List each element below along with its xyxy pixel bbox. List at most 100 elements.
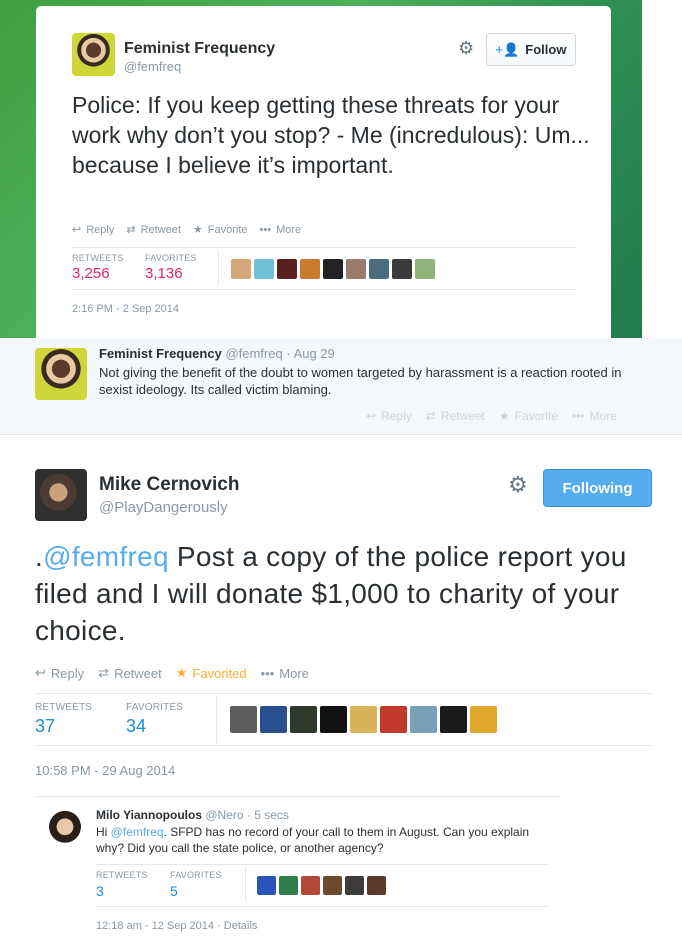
favorite-label: Favorite [514,409,558,423]
favoriter-avatars [231,259,435,279]
favoriter-avatar[interactable] [231,259,251,279]
favoriter-avatar[interactable] [301,876,320,895]
favoriter-avatar[interactable] [415,259,435,279]
tweet-1-background: Feminist Frequency @femfreq ⚙ +👤 Follow … [0,0,682,338]
retweet-label: Retweet [114,665,162,681]
star-icon: ★ [192,224,203,236]
author-handle[interactable]: @femfreq [124,59,181,74]
favoriter-avatar[interactable] [279,876,298,895]
tweet-time[interactable]: · 5 secs [247,808,289,822]
ellipsis-icon: ••• [260,665,275,681]
reply-label: Reply [86,223,115,236]
author-name[interactable]: Feminist Frequency [124,40,275,58]
star-icon: ★ [498,409,510,423]
reply-icon: ↩ [35,665,46,680]
more-action[interactable]: ••• More [572,409,617,423]
retweets-count[interactable]: 3 [96,883,104,899]
tweet-2-row[interactable]: Feminist Frequency @femfreq · Aug 29 Not… [0,338,682,435]
gear-icon[interactable]: ⚙ [508,472,528,498]
avatar[interactable] [44,810,86,852]
favoriter-avatar[interactable] [380,706,407,733]
tweet-date[interactable]: 10:58 PM - 29 Aug 2014 [35,763,175,778]
favoriter-avatar[interactable] [470,706,497,733]
favorite-action[interactable]: ★ Favorite [499,409,558,423]
tweet-3-card: Mike Cernovich @PlayDangerously ⚙ Follow… [0,436,682,944]
favoriter-avatar[interactable] [440,706,467,733]
reply-action[interactable]: ↩ Reply [366,409,412,423]
reply-action[interactable]: ↩ Reply [72,223,115,237]
stats-separator [245,866,246,902]
divider [35,693,653,694]
more-action[interactable]: ••• More [260,224,302,236]
favoriter-avatar[interactable] [350,706,377,733]
favorites-label: FAVORITES [170,870,222,880]
retweet-action[interactable]: ⇄ Retweet [98,665,162,681]
tweet-actions: ↩ Reply ⇄ Retweet ★ Favorite ••• More [72,223,302,237]
retweets-label: RETWEETS [96,870,148,880]
favorited-action[interactable]: ★ Favorited [176,665,247,681]
author-handle[interactable]: @PlayDangerously [99,499,228,516]
retweets-count[interactable]: 3,256 [72,265,110,282]
tweet-header: Feminist Frequency @femfreq · Aug 29 [99,346,335,361]
favoriter-avatar[interactable] [320,706,347,733]
favoriter-avatar[interactable] [323,876,342,895]
avatar[interactable] [35,469,87,521]
favoriter-avatar[interactable] [392,259,412,279]
favoriter-avatar[interactable] [290,706,317,733]
favorites-count[interactable]: 34 [126,716,146,737]
reply-header: Milo Yiannopoulos @Nero · 5 secs [96,808,289,822]
retweets-label: RETWEETS [35,702,93,713]
avatar[interactable] [35,348,87,400]
reply-text-prefix: Hi [96,825,111,839]
author-name[interactable]: Feminist Frequency [99,346,222,361]
star-icon: ★ [175,665,188,680]
favorites-count[interactable]: 3,136 [145,265,183,282]
favoriter-avatar[interactable] [345,876,364,895]
favoriter-avatar[interactable] [367,876,386,895]
retweet-icon: ⇄ [126,224,136,236]
divider [72,247,575,248]
author-handle[interactable]: @Nero [205,808,243,822]
tweet-actions: ↩ Reply ⇄ Retweet ★ Favorited ••• More [35,665,309,681]
reply-icon: ↩ [366,409,377,423]
favorites-label: FAVORITES [145,253,197,263]
retweets-count[interactable]: 37 [35,716,55,737]
favoriter-avatar[interactable] [277,259,297,279]
favoriter-avatar[interactable] [369,259,389,279]
retweet-label: Retweet [440,409,485,423]
favoriter-avatar[interactable] [230,706,257,733]
favoriter-avatars [230,706,497,733]
author-name[interactable]: Milo Yiannopoulos [96,808,202,822]
avatar[interactable] [72,33,115,76]
mention-link[interactable]: @femfreq [111,825,164,839]
gear-icon[interactable]: ⚙ [458,38,474,59]
mention-link[interactable]: @femfreq [43,541,169,572]
favoriter-avatar[interactable] [260,706,287,733]
favoriter-avatar[interactable] [300,259,320,279]
reply-date[interactable]: 12:18 am - 12 Sep 2014 · Details [96,920,257,932]
reply-action[interactable]: ↩ Reply [35,665,84,681]
tweet-text: .@femfreq Post a copy of the police repo… [35,538,655,649]
favoriter-avatar[interactable] [323,259,343,279]
retweet-action[interactable]: ⇄ Retweet [126,223,181,237]
favoriter-avatar[interactable] [254,259,274,279]
divider [96,864,549,865]
favoriter-avatar[interactable] [410,706,437,733]
more-action[interactable]: ••• More [261,666,309,681]
favoriter-avatar[interactable] [346,259,366,279]
tweet-date[interactable]: 2:16 PM - 2 Sep 2014 [72,303,179,315]
favorites-count[interactable]: 5 [170,883,178,899]
tweet-actions: ↩ Reply ⇄ Retweet ★ Favorite ••• More [366,409,617,423]
tweet-time[interactable]: · Aug 29 [286,346,334,361]
favorite-action[interactable]: ★ Favorite [192,223,248,237]
favorite-label: Favorite [207,223,248,236]
favoriter-avatars [257,876,386,895]
author-handle[interactable]: @femfreq [225,346,282,361]
follow-button[interactable]: +👤 Follow [486,33,576,66]
more-label: More [279,665,309,681]
retweet-action[interactable]: ⇄ Retweet [426,409,485,423]
following-button[interactable]: Following [543,469,652,507]
favoriter-avatar[interactable] [257,876,276,895]
tweet-text: Not giving the benefit of the doubt to w… [99,365,622,397]
author-name[interactable]: Mike Cernovich [99,474,239,496]
